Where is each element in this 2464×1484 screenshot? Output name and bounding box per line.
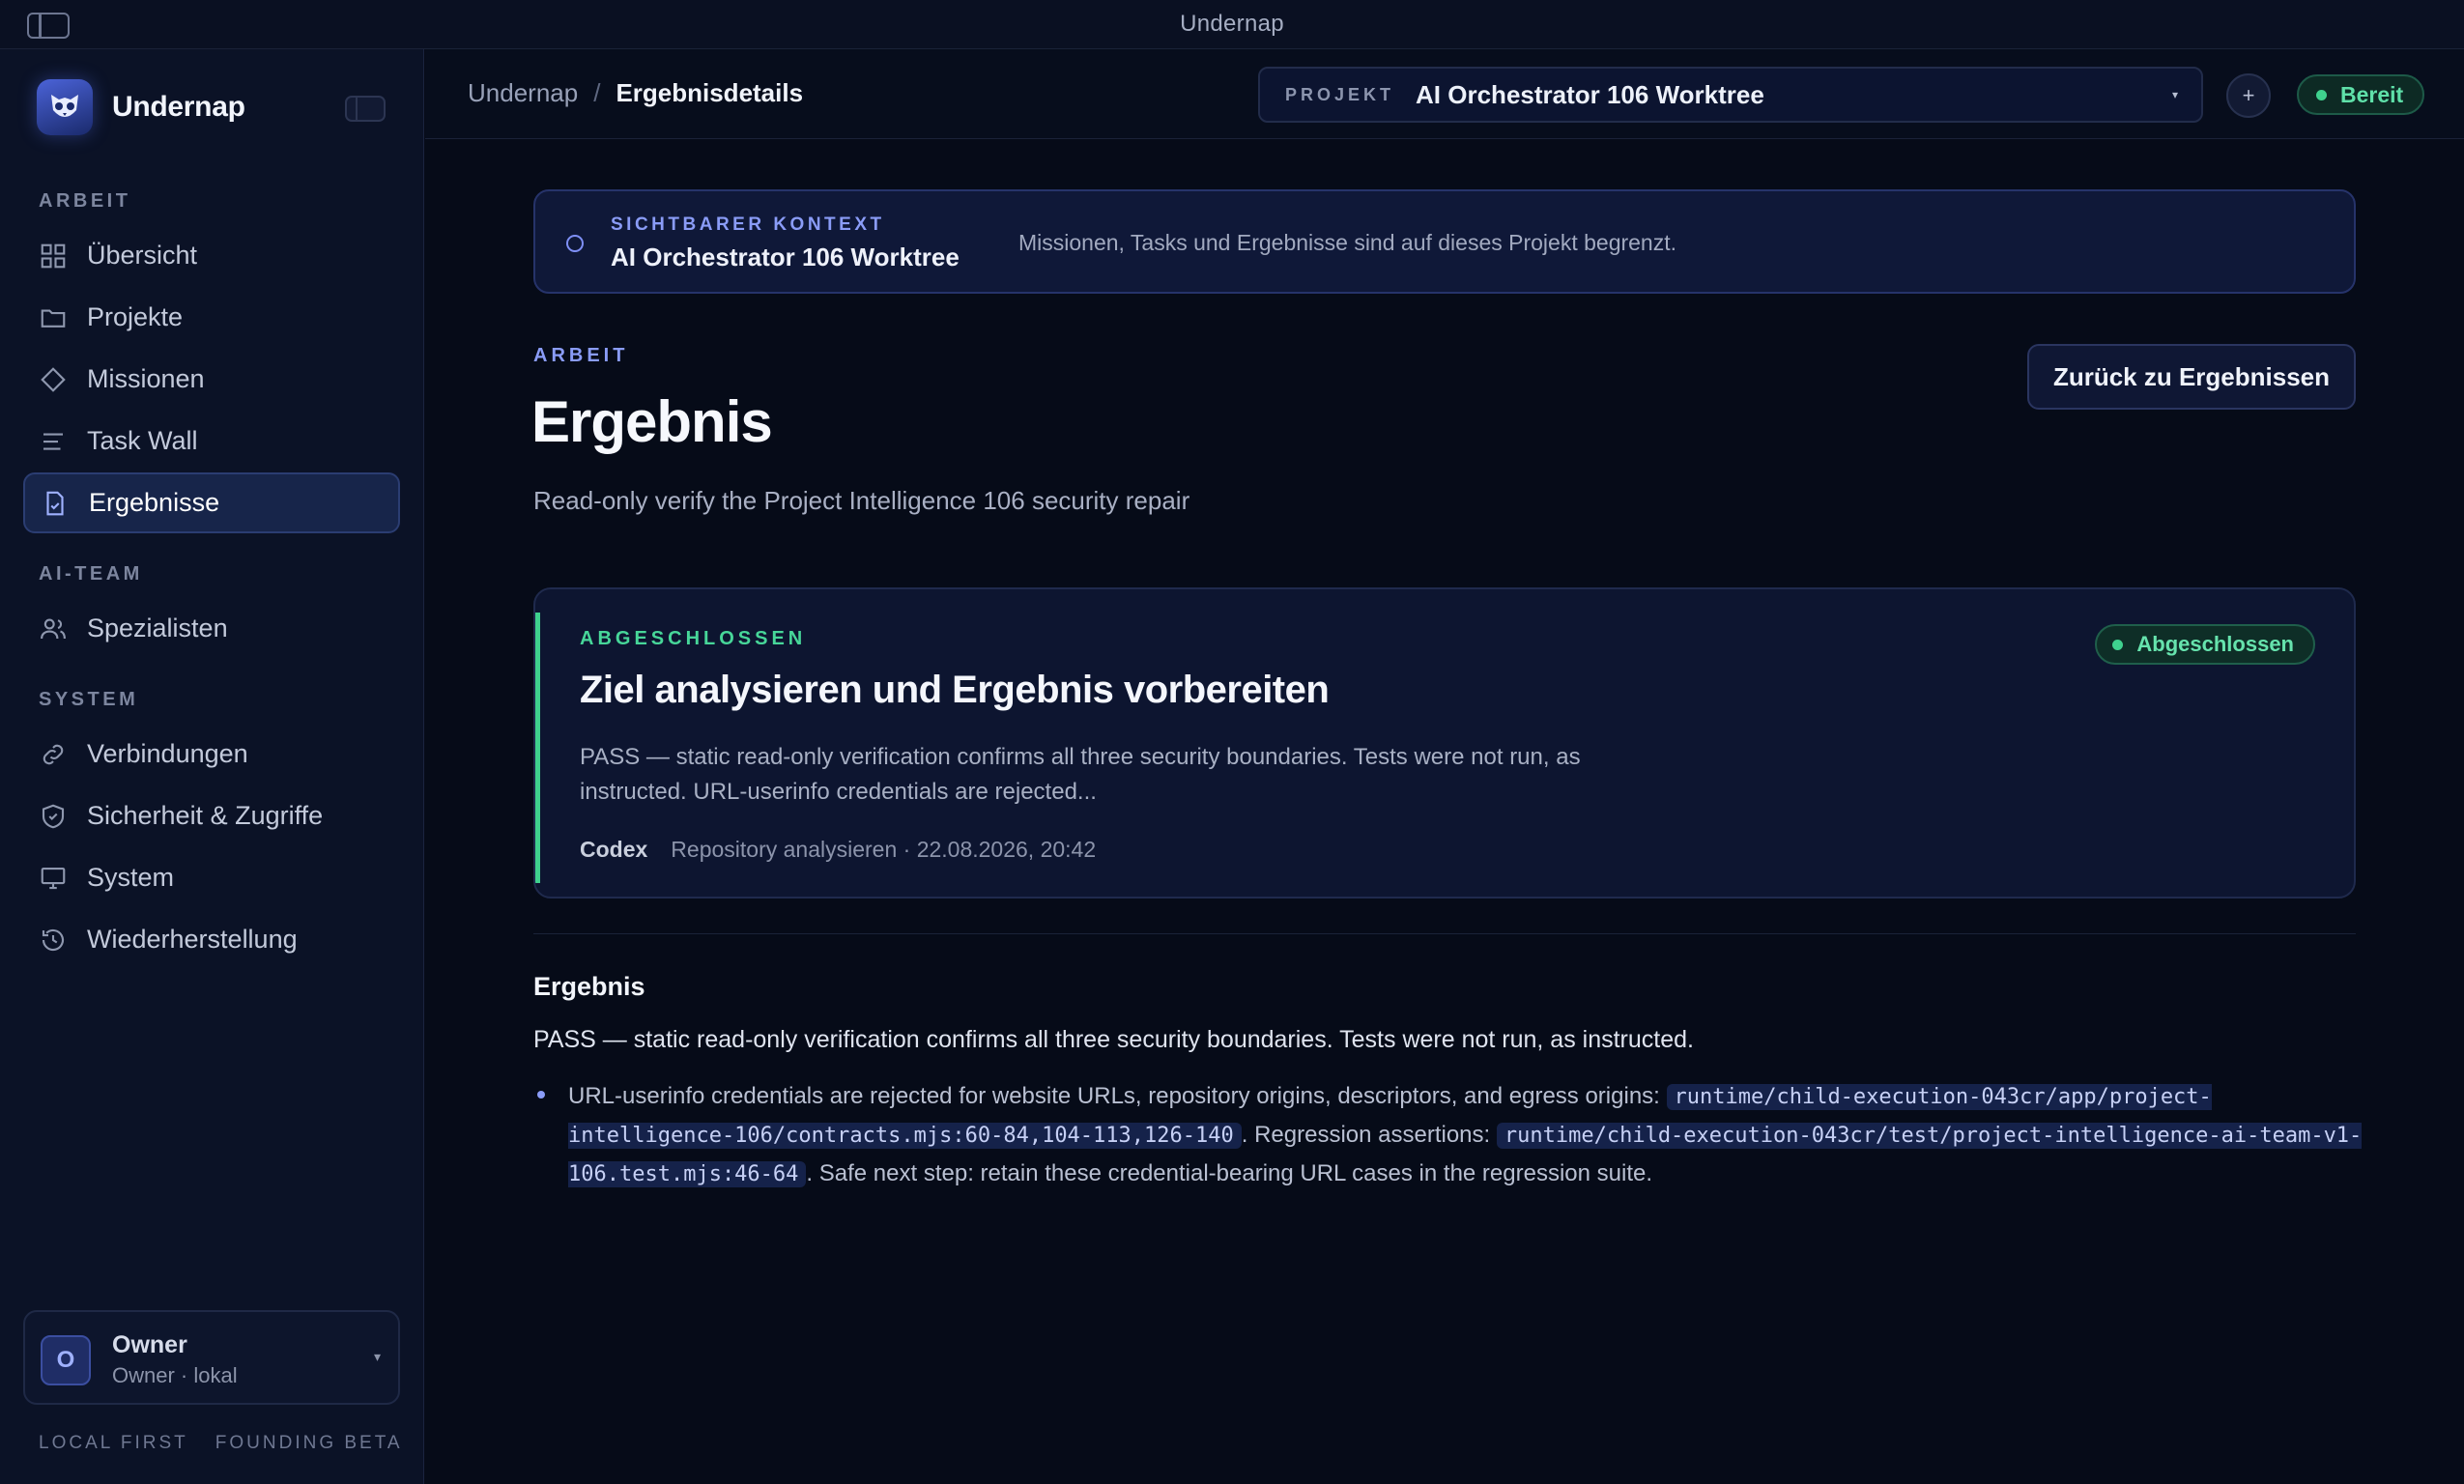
topbar: Undernap / Ergebnisdetails PROJEKT AI Or… xyxy=(425,49,2464,139)
sidebar: Undernap ARBEIT Übersicht Projekte Missi… xyxy=(0,49,424,1484)
section-label-arbeit: ARBEIT xyxy=(39,190,131,212)
page-title: Ergebnis xyxy=(531,389,773,454)
window-title: Undernap xyxy=(1180,11,1284,37)
sidebar-item-label: Ergebnisse xyxy=(89,488,220,517)
users-icon xyxy=(41,618,66,639)
sidebar-item-task-wall[interactable]: Task Wall xyxy=(23,411,400,471)
sidebar-item-label: Verbindungen xyxy=(87,739,248,768)
sidebar-footer: LOCAL FIRST FOUNDING BETA xyxy=(39,1433,403,1454)
result-meta-text: Repository analysieren · 22.08.2026, 20:… xyxy=(671,837,1097,862)
sidebar-item-uebersicht[interactable]: Übersicht xyxy=(23,225,400,286)
page-subtitle: Read-only verify the Project Intelligenc… xyxy=(533,486,1190,515)
context-description: Missionen, Tasks und Ergebnisse sind auf… xyxy=(1018,230,1677,255)
bullet-icon xyxy=(537,1091,545,1099)
result-title: Ziel analysieren und Ergebnis vorbereite… xyxy=(580,669,1330,711)
sidebar-item-wiederherstellung[interactable]: Wiederherstellung xyxy=(23,909,400,970)
lines-icon xyxy=(43,432,63,450)
project-select-label: PROJEKT xyxy=(1285,84,1395,104)
sidebar-item-projekte[interactable]: Projekte xyxy=(23,287,400,348)
result-agent: Codex xyxy=(580,837,648,862)
footer-tag-founding-beta: FOUNDING BETA xyxy=(215,1433,403,1453)
window-titlebar: Undernap xyxy=(0,0,2464,49)
sidebar-item-label: Sicherheit & Zugriffe xyxy=(87,801,324,830)
section-label-system: SYSTEM xyxy=(39,689,139,710)
sidebar-item-label: System xyxy=(87,863,175,892)
sidebar-item-system[interactable]: System xyxy=(23,847,400,908)
add-project-button[interactable]: + xyxy=(2226,73,2271,118)
ring-icon xyxy=(566,235,584,252)
project-select[interactable]: PROJEKT AI Orchestrator 106 Worktree ▾ xyxy=(1258,67,2203,123)
list-item: URL-userinfo credentials are rejected fo… xyxy=(537,1077,2364,1193)
result-status-label: ABGESCHLOSSEN xyxy=(580,628,807,649)
sidebar-item-label: Task Wall xyxy=(87,426,198,455)
breadcrumb-current: Ergebnisdetails xyxy=(616,78,804,107)
detail-bullet-text: URL-userinfo credentials are rejected fo… xyxy=(568,1077,2364,1193)
status-badge-label: Abgeschlossen xyxy=(2136,632,2294,656)
sidebar-item-verbindungen[interactable]: Verbindungen xyxy=(23,724,400,785)
history-icon xyxy=(42,928,65,951)
divider xyxy=(533,933,2356,934)
back-to-results-button[interactable]: Zurück zu Ergebnissen xyxy=(2027,344,2356,410)
breadcrumb-root[interactable]: Undernap xyxy=(468,78,578,108)
breadcrumb: Undernap / Ergebnisdetails xyxy=(468,78,803,108)
document-check-icon xyxy=(46,491,64,515)
link-icon xyxy=(43,744,64,764)
sidebar-item-missionen[interactable]: Missionen xyxy=(23,349,400,410)
user-role: Owner · lokal xyxy=(112,1363,238,1387)
context-value: AI Orchestrator 106 Worktree xyxy=(611,243,960,271)
status-dot-icon xyxy=(2316,89,2327,100)
monitor-icon xyxy=(41,867,66,889)
result-body: PASS — static read-only verification con… xyxy=(580,744,1581,805)
chevron-down-icon: ▾ xyxy=(373,1349,381,1364)
status-badge: Bereit xyxy=(2297,74,2425,115)
user-menu[interactable]: O Owner Owner · lokal ▾ xyxy=(23,1310,400,1405)
context-label: SICHTBARER KONTEXT xyxy=(611,214,885,235)
status-dot-icon xyxy=(2112,639,2124,650)
chevron-down-icon: ▾ xyxy=(2171,88,2178,101)
context-banner: SICHTBARER KONTEXT AI Orchestrator 106 W… xyxy=(533,189,2356,294)
bullet-text-part: . Safe next step: retain these credentia… xyxy=(806,1160,1653,1186)
detail-heading: Ergebnis xyxy=(533,972,645,1001)
section-label-ai-team: AI-TEAM xyxy=(39,563,143,585)
status-badge: Abgeschlossen xyxy=(2095,624,2315,665)
sidebar-item-label: Missionen xyxy=(87,364,205,393)
sidebar-item-label: Projekte xyxy=(87,302,184,331)
project-select-value: AI Orchestrator 106 Worktree xyxy=(1416,79,1764,109)
status-accent-bar xyxy=(535,613,540,883)
breadcrumb-separator: / xyxy=(593,78,601,107)
brand[interactable]: Undernap xyxy=(37,79,245,135)
sidebar-item-ergebnisse[interactable]: Ergebnisse xyxy=(23,472,400,533)
sidebar-item-sicherheit[interactable]: Sicherheit & Zugriffe xyxy=(23,785,400,846)
avatar: O xyxy=(41,1335,91,1385)
detail-summary: PASS — static read-only verification con… xyxy=(533,1026,1694,1053)
sidebar-item-label: Spezialisten xyxy=(87,614,228,642)
status-badge-label: Bereit xyxy=(2340,81,2404,107)
bullet-text-part: URL-userinfo credentials are rejected fo… xyxy=(568,1083,1667,1109)
folder-icon xyxy=(41,308,66,328)
footer-tag-local-first: LOCAL FIRST xyxy=(39,1433,188,1453)
shield-icon xyxy=(42,804,65,828)
owl-logo-icon xyxy=(37,79,93,135)
collapse-sidebar-button[interactable] xyxy=(345,96,386,122)
brand-name: Undernap xyxy=(112,91,245,123)
user-name: Owner xyxy=(112,1331,187,1358)
sidebar-item-label: Übersicht xyxy=(87,241,198,270)
diamond-icon xyxy=(41,366,66,392)
bullet-text-part: . Regression assertions: xyxy=(1241,1122,1497,1148)
grid-icon xyxy=(41,243,66,268)
result-card: ABGESCHLOSSEN Ziel analysieren und Ergeb… xyxy=(533,587,2356,899)
result-meta: Codex Repository analysieren · 22.08.202… xyxy=(580,837,1096,863)
sidebar-item-label: Wiederherstellung xyxy=(87,925,298,954)
sidebar-item-spezialisten[interactable]: Spezialisten xyxy=(23,598,400,659)
page-eyebrow: ARBEIT xyxy=(533,345,629,366)
sidebar-toggle-icon[interactable] xyxy=(27,13,70,39)
